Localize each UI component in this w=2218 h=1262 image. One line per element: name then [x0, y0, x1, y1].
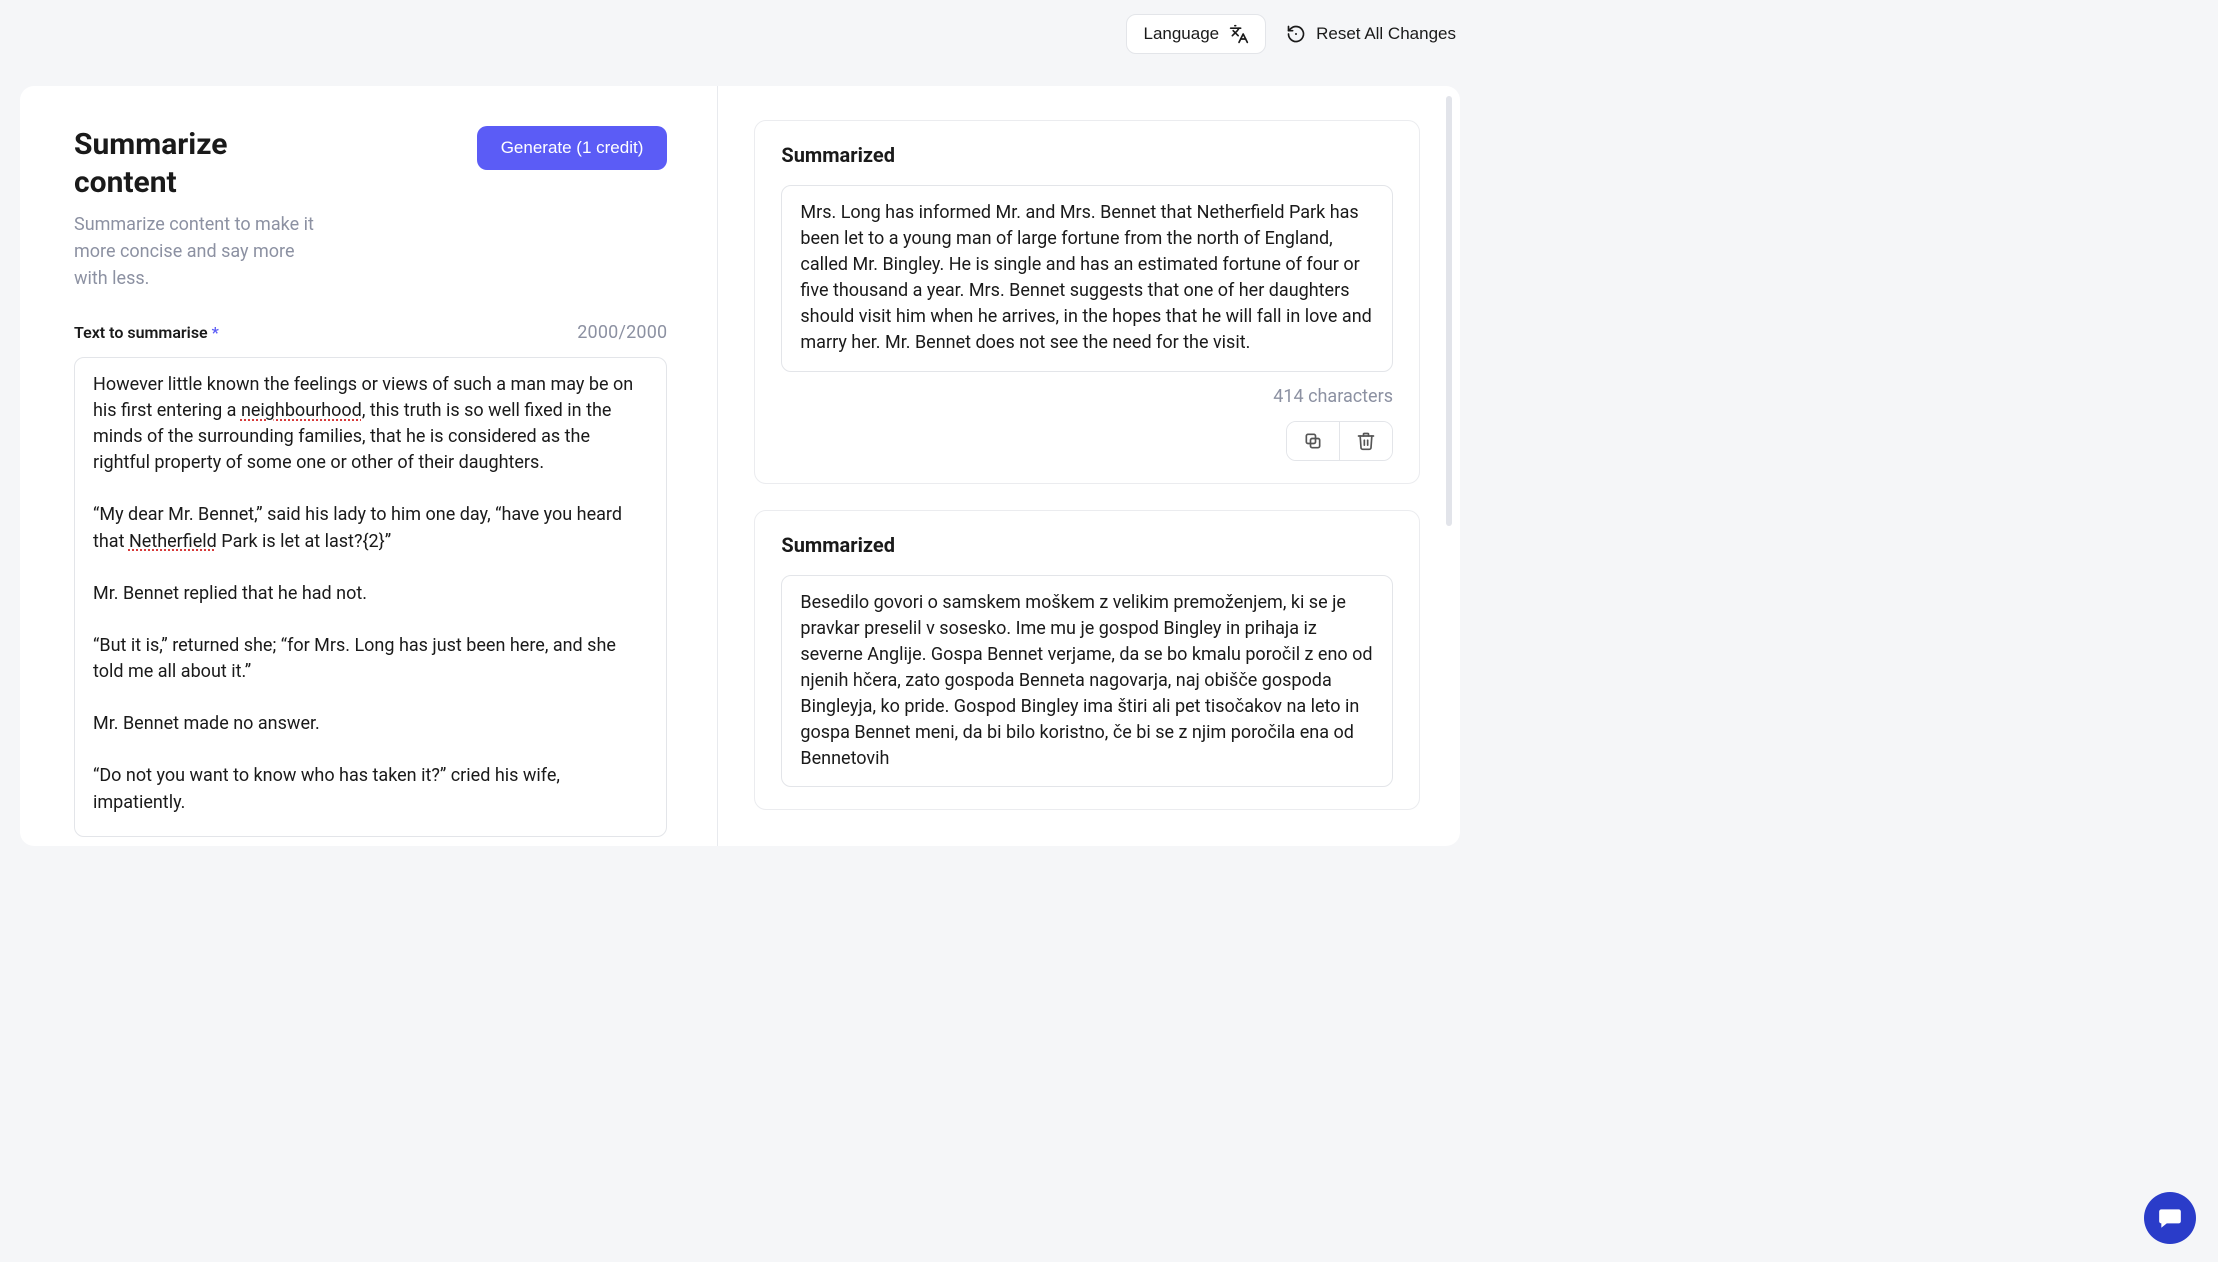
generate-button[interactable]: Generate (1 credit) — [477, 126, 668, 170]
input-label: Text to summarise* — [74, 323, 219, 342]
top-bar: Language Reset All Changes — [0, 0, 1480, 64]
copy-icon — [1303, 431, 1323, 451]
result-text: Mrs. Long has informed Mr. and Mrs. Benn… — [781, 185, 1393, 372]
left-panel: Summarize content Generate (1 credit) Su… — [20, 86, 718, 846]
result-char-count: 414 characters — [781, 386, 1393, 407]
result-title: Summarized — [781, 143, 1393, 167]
char-count: 2000/2000 — [577, 322, 667, 343]
reset-button[interactable]: Reset All Changes — [1286, 24, 1456, 44]
right-panel: Summarized Mrs. Long has informed Mr. an… — [718, 86, 1460, 846]
page-subtitle: Summarize content to make it more concis… — [74, 211, 324, 292]
delete-button[interactable] — [1339, 422, 1392, 460]
main-card: Summarize content Generate (1 credit) Su… — [20, 86, 1460, 846]
result-text: Besedilo govori o samskem moškem z velik… — [781, 575, 1393, 788]
result-card: Summarized Besedilo govori o samskem moš… — [754, 510, 1420, 811]
page-title: Summarize content — [74, 126, 254, 201]
history-icon — [1286, 24, 1306, 44]
result-actions — [1286, 421, 1393, 461]
result-title: Summarized — [781, 533, 1393, 557]
language-button[interactable]: Language — [1126, 14, 1266, 54]
spellcheck-underline: Netherfield — [129, 531, 217, 552]
copy-button[interactable] — [1287, 422, 1339, 460]
language-label: Language — [1143, 24, 1219, 44]
result-card: Summarized Mrs. Long has informed Mr. an… — [754, 120, 1420, 484]
chat-icon — [2157, 1205, 2183, 1231]
chat-fab[interactable] — [2144, 1192, 2196, 1244]
translate-icon — [1229, 24, 1249, 44]
trash-icon — [1356, 431, 1376, 451]
spellcheck-underline: neighbourhood — [241, 400, 362, 421]
reset-label: Reset All Changes — [1316, 24, 1456, 44]
scrollbar[interactable] — [1446, 96, 1452, 526]
text-to-summarise-input[interactable]: However little known the feelings or vie… — [74, 357, 667, 837]
